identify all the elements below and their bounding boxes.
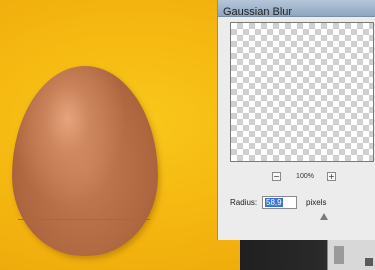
dialog-titlebar[interactable]: Gaussian Blur [218, 0, 375, 18]
blur-preview[interactable] [230, 22, 374, 162]
zoom-level: 100% [296, 173, 314, 180]
gaussian-blur-dialog: Gaussian Blur − 100% + Radius: 58,9 pixe… [217, 0, 375, 240]
panel-chip [365, 258, 373, 266]
side-panel [327, 240, 375, 270]
zoom-controls: − 100% + [230, 172, 374, 184]
dialog-title: Gaussian Blur [223, 6, 293, 18]
radius-value: 58,9 [265, 198, 283, 207]
zoom-in-button[interactable]: + [327, 172, 336, 181]
panel-bar [334, 246, 344, 264]
radius-slider-track[interactable] [18, 219, 150, 220]
radius-slider-thumb[interactable] [319, 213, 328, 220]
radius-row: Radius: 58,9 pixels [230, 196, 374, 210]
zoom-out-button[interactable]: − [272, 172, 281, 181]
radius-input[interactable]: 58,9 [262, 196, 297, 209]
radius-unit: pixels [306, 198, 327, 207]
egg-image [12, 66, 158, 256]
radius-label: Radius: [230, 198, 258, 207]
